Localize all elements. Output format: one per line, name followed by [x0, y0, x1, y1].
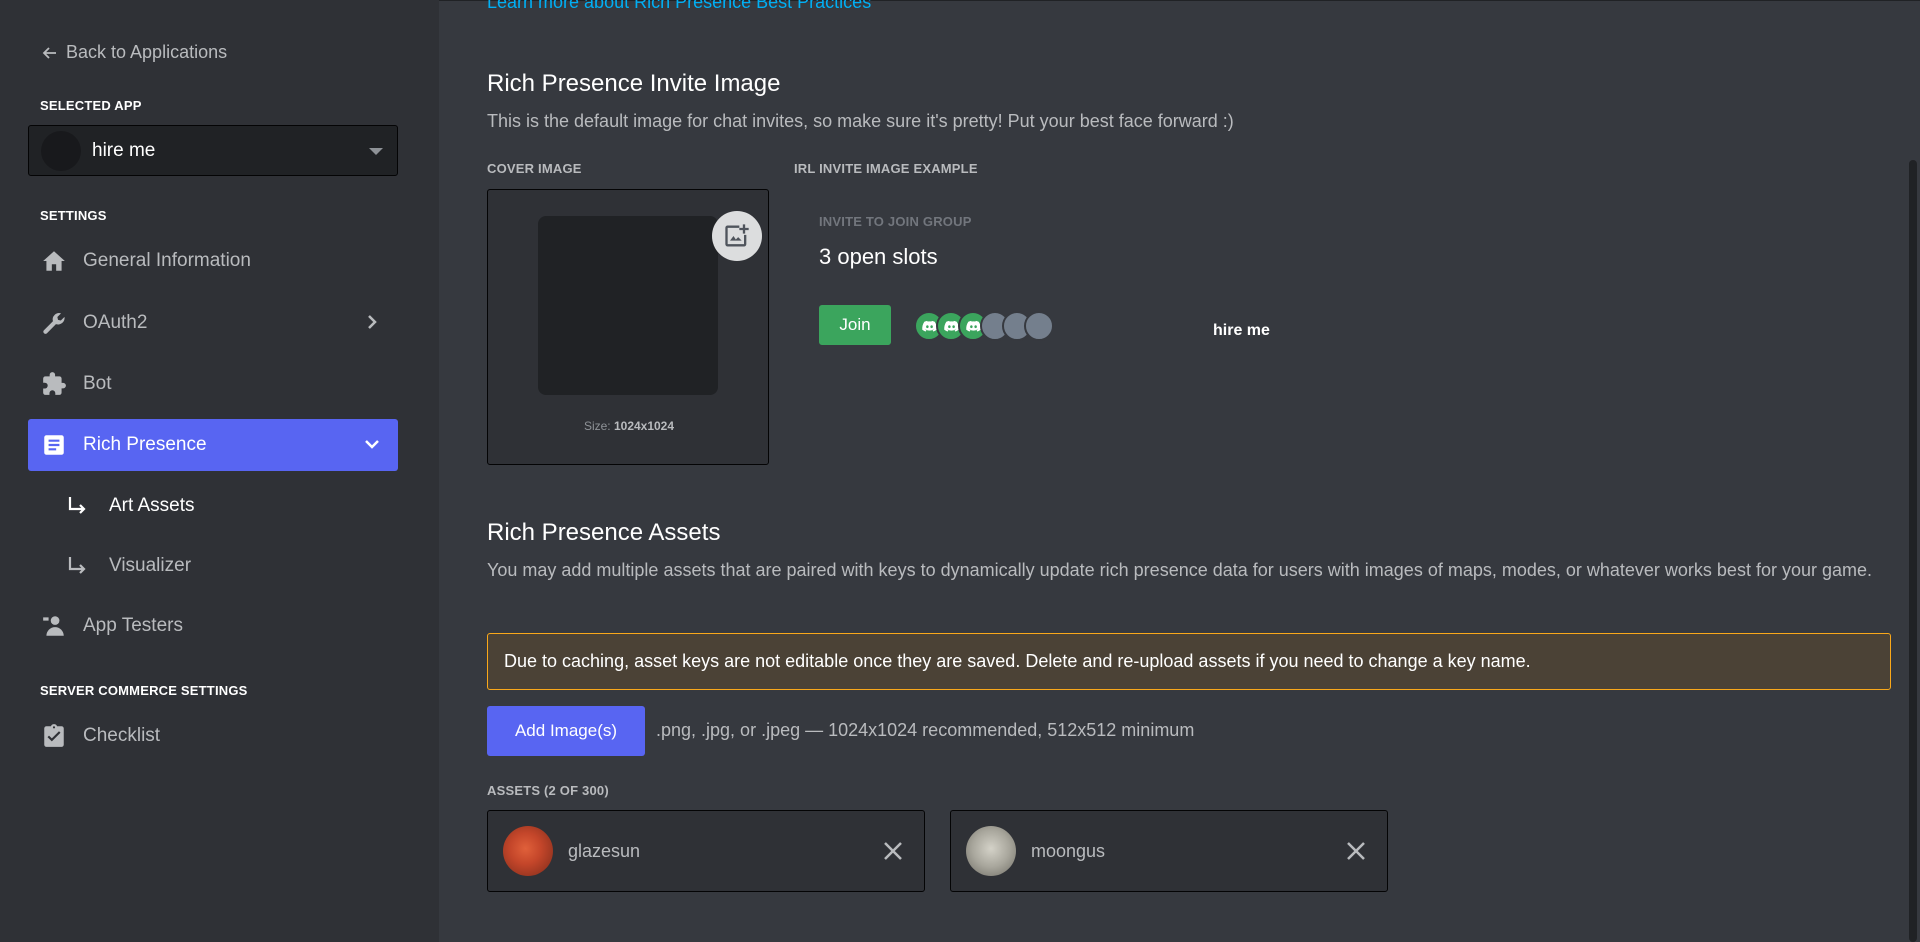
invite-to-join-group-label: INVITE TO JOIN GROUP	[819, 214, 972, 229]
chevron-down-icon	[362, 434, 382, 454]
sidebar-item-label: OAuth2	[83, 312, 148, 333]
back-to-applications-link[interactable]: Back to Applications	[42, 42, 227, 63]
open-slots-text: 3 open slots	[819, 244, 938, 269]
caret-down-icon	[369, 148, 383, 155]
asset-name: moongus	[1031, 841, 1106, 861]
cover-size-text: Size: 1024x1024	[488, 419, 770, 433]
sidebar-item-checklist[interactable]: Checklist	[28, 710, 398, 762]
sidebar-item-oauth2[interactable]: OAuth2	[28, 297, 398, 349]
invite-image-title: Rich Presence Invite Image	[487, 70, 781, 97]
file-format-hint: .png, .jpg, or .jpeg — 1024x1024 recomme…	[656, 720, 1195, 740]
app-root: Back to Applications SELECTED APP hire m…	[0, 0, 1920, 942]
home-icon	[40, 247, 68, 275]
sidebar-item-label: Checklist	[83, 725, 161, 746]
server-commerce-settings-label: SERVER COMMERCE SETTINGS	[40, 683, 248, 698]
asset-thumbnail	[503, 826, 553, 876]
sidebar-item-label: App Testers	[83, 615, 183, 636]
app-selector-name: hire me	[92, 139, 156, 161]
cover-image-placeholder	[538, 216, 718, 395]
add-image-icon[interactable]	[712, 211, 762, 261]
sidebar-item-app-testers[interactable]: App Testers	[28, 600, 398, 652]
caching-warning: Due to caching, asset keys are not edita…	[487, 633, 1891, 690]
subdirectory-arrow-icon	[68, 497, 86, 514]
selected-app-label: SELECTED APP	[40, 98, 142, 113]
sidebar-item-label: General Information	[83, 250, 251, 271]
cover-size-prefix: Size:	[583, 419, 614, 433]
subdirectory-arrow-icon	[68, 557, 86, 574]
invite-app-name: hire me	[1213, 322, 1270, 339]
cover-size-value: 1024x1024	[613, 419, 675, 433]
person-icon	[40, 612, 68, 640]
asset-name: glazesun	[568, 841, 641, 861]
sidebar-subitem-visualizer[interactable]: Visualizer	[65, 546, 191, 586]
add-images-button[interactable]: Add Image(s)	[487, 706, 645, 756]
invite-image-description: This is the default image for chat invit…	[487, 111, 1234, 131]
sidebar-item-rich-presence[interactable]: Rich Presence	[28, 419, 398, 471]
close-icon[interactable]	[1345, 840, 1367, 862]
sidebar-item-bot[interactable]: Bot	[28, 358, 398, 410]
irl-invite-example-label: IRL INVITE IMAGE EXAMPLE	[794, 161, 978, 176]
cover-image-label: COVER IMAGE	[487, 161, 582, 176]
app-selector[interactable]: hire me	[28, 125, 398, 176]
join-button[interactable]: Join	[819, 305, 891, 345]
sidebar-item-general-information[interactable]: General Information	[28, 235, 398, 287]
sidebar: Back to Applications SELECTED APP hire m…	[0, 0, 439, 942]
clipboard-check-icon	[40, 722, 68, 750]
asset-card: glazesun	[487, 810, 925, 892]
sidebar-item-label: Bot	[83, 373, 112, 394]
assets-description: You may add multiple assets that are pai…	[487, 560, 1872, 580]
settings-label: SETTINGS	[40, 208, 107, 223]
document-icon	[40, 431, 68, 459]
wrench-icon	[40, 309, 68, 337]
cover-image-uploader[interactable]: Size: 1024x1024	[487, 189, 769, 465]
sidebar-subitem-label: Visualizer	[109, 555, 192, 576]
back-link-label: Back to Applications	[66, 42, 228, 62]
sidebar-subitem-art-assets[interactable]: Art Assets	[65, 486, 195, 526]
app-avatar	[41, 130, 81, 171]
assets-count-label: ASSETS (2 OF 300)	[487, 783, 609, 798]
main-content: Learn more about Rich Presence Best Prac…	[439, 0, 1920, 942]
party-slot-empty	[1024, 311, 1054, 341]
puzzle-icon	[40, 370, 68, 398]
asset-thumbnail	[966, 826, 1016, 876]
sidebar-item-label: Rich Presence	[83, 434, 207, 455]
close-icon[interactable]	[882, 840, 904, 862]
assets-title: Rich Presence Assets	[487, 519, 721, 546]
scrollbar[interactable]	[1909, 160, 1917, 942]
sidebar-subitem-label: Art Assets	[109, 495, 195, 516]
asset-card: moongus	[950, 810, 1388, 892]
chevron-right-icon	[362, 312, 382, 332]
arrow-left-icon	[42, 46, 56, 59]
learn-more-link[interactable]: Learn more about Rich Presence Best Prac…	[487, 0, 871, 13]
